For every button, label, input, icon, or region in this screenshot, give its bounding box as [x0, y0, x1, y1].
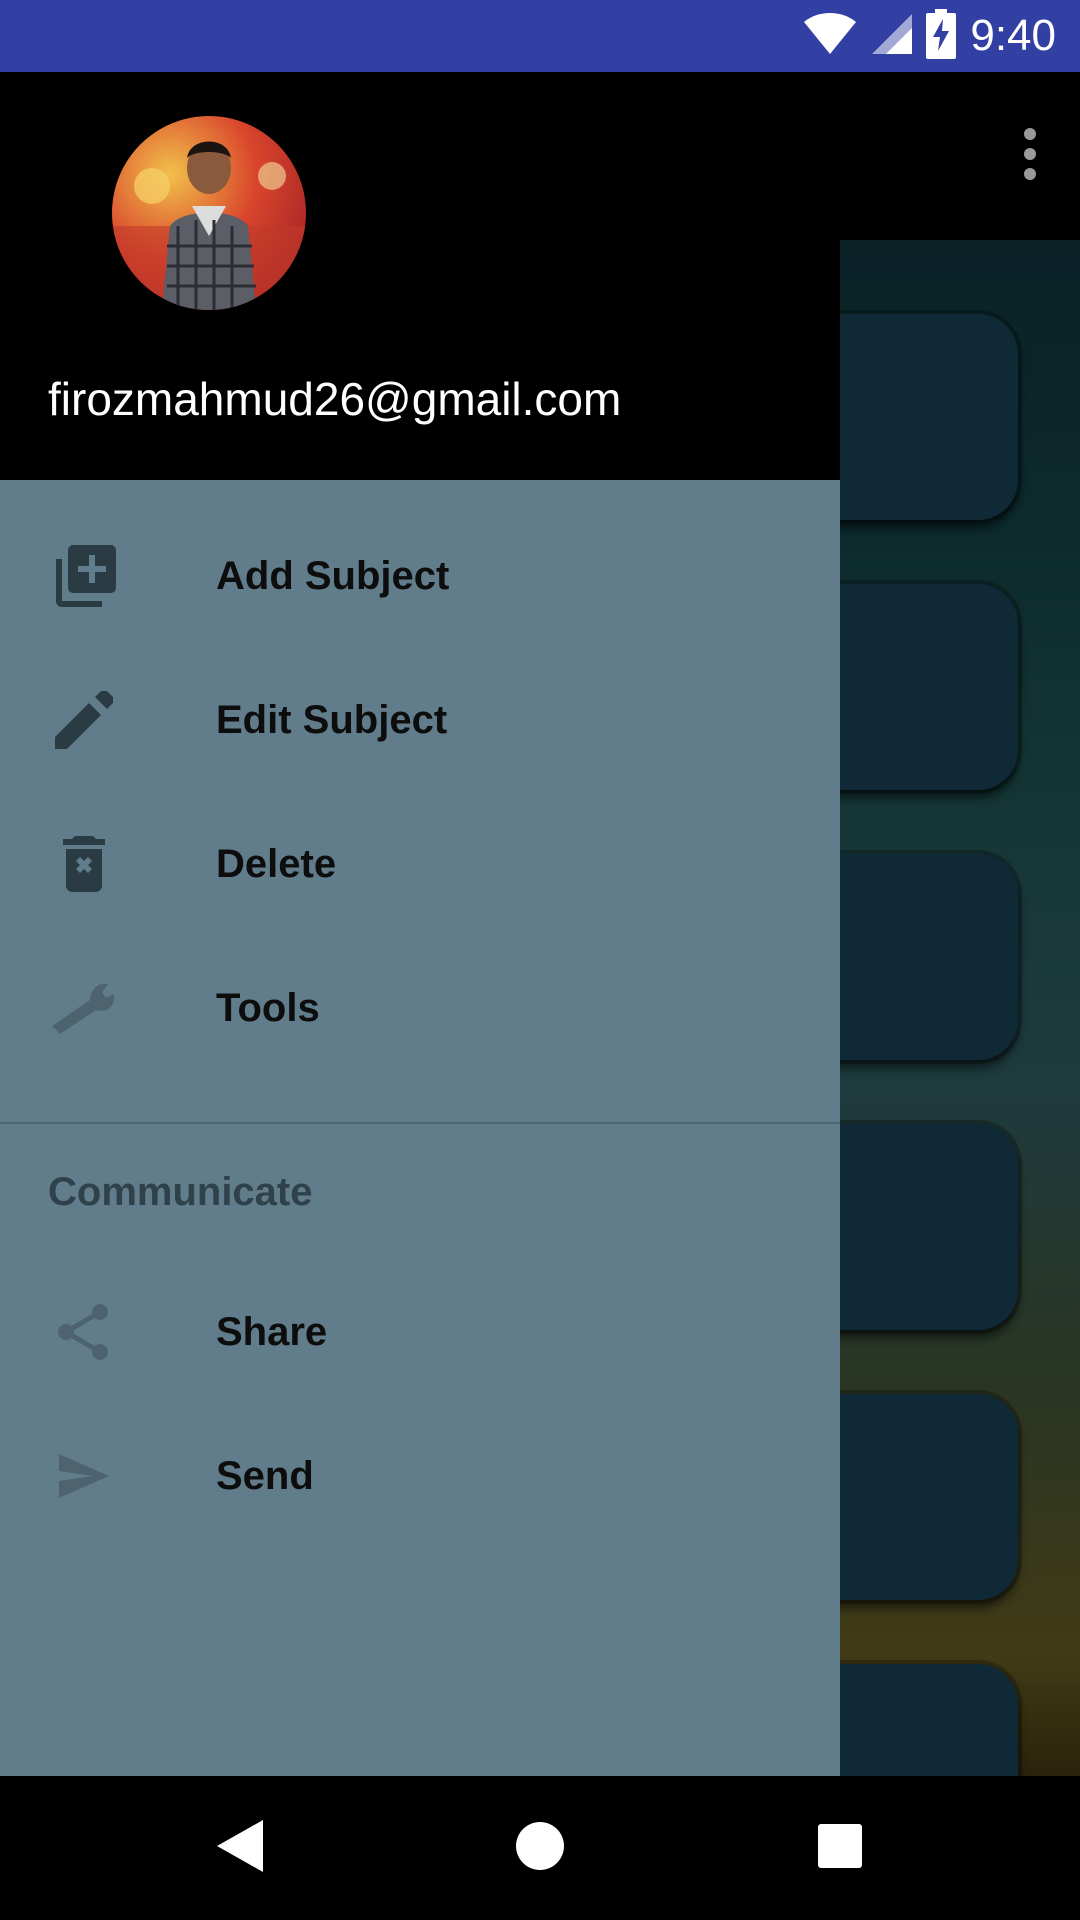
back-icon [217, 1819, 263, 1877]
drawer-menu: Add Subject Edit Subject Delete Tools Co… [0, 504, 840, 1548]
status-time: 9:40 [970, 11, 1056, 60]
menu-item-label: Edit Subject [216, 697, 448, 742]
menu-item-label: Tools [216, 985, 320, 1030]
wifi-icon [802, 12, 858, 61]
menu-item-label: Send [216, 1453, 314, 1498]
wrench-icon [48, 972, 120, 1044]
back-button[interactable] [190, 1798, 290, 1898]
battery-charging-icon [926, 8, 957, 64]
avatar[interactable] [112, 116, 306, 310]
system-navigation-bar [0, 1776, 1080, 1920]
delete-forever-icon [48, 828, 120, 900]
menu-item-tools[interactable]: Tools [0, 936, 840, 1080]
menu-item-send[interactable]: Send [0, 1404, 840, 1548]
recents-button[interactable] [790, 1798, 890, 1898]
account-email: firozmahmud26@gmail.com [48, 373, 622, 425]
menu-item-label: Add Subject [216, 553, 450, 598]
menu-item-delete[interactable]: Delete [0, 792, 840, 936]
status-icons: 9:40 [802, 0, 1056, 72]
pencil-icon [48, 684, 120, 756]
section-title: Communicate [48, 1169, 313, 1214]
menu-item-label: Delete [216, 841, 337, 886]
menu-item-label: Share [216, 1309, 328, 1354]
home-button[interactable] [490, 1798, 590, 1898]
send-icon [48, 1440, 120, 1512]
recents-icon [818, 1823, 862, 1873]
home-icon [516, 1821, 564, 1875]
cell-signal-icon [872, 13, 913, 59]
menu-item-edit-subject[interactable]: Edit Subject [0, 648, 840, 792]
add-box-multiple-icon [48, 540, 120, 612]
section-header-communicate: Communicate [0, 1124, 840, 1268]
menu-item-share[interactable]: Share [0, 1260, 840, 1404]
menu-item-add-subject[interactable]: Add Subject [0, 504, 840, 648]
status-bar: 9:40 [0, 0, 1080, 72]
more-vert-icon [1022, 127, 1038, 185]
navigation-drawer: firozmahmud26@gmail.com Add Subject Edit… [0, 72, 840, 1776]
share-icon [48, 1296, 120, 1368]
overflow-menu-button[interactable] [998, 120, 1062, 192]
drawer-header: firozmahmud26@gmail.com [0, 72, 840, 480]
